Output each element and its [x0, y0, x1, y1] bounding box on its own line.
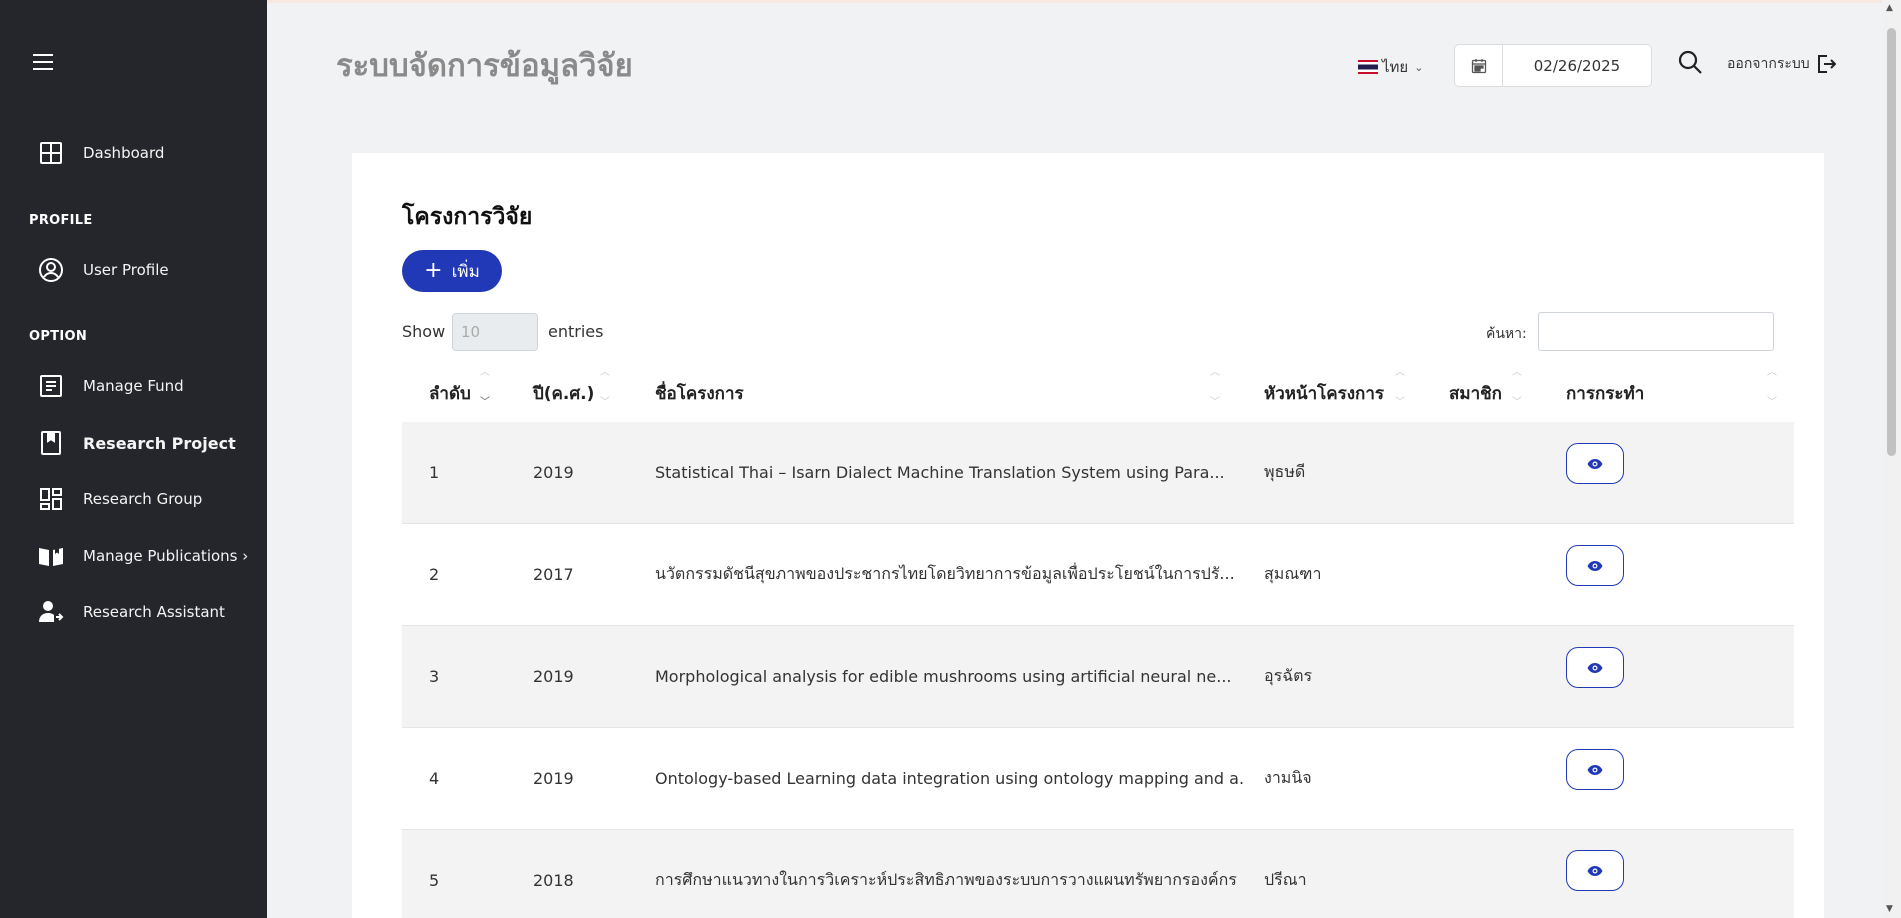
- eye-icon: [1587, 560, 1603, 571]
- column-header-no[interactable]: ลำดับ: [429, 380, 471, 407]
- sort-icon[interactable]: ︿ ﹀: [1208, 366, 1222, 410]
- section-header-profile: PROFILE: [29, 213, 93, 228]
- dashboard-icon: [38, 140, 64, 166]
- cell-year: 2019: [533, 768, 574, 788]
- column-header-year[interactable]: ปี(ค.ศ.): [533, 380, 594, 407]
- cell-year: 2018: [533, 870, 574, 890]
- cell-lead: สุมณฑา: [1264, 563, 1322, 583]
- cell-year: 2019: [533, 666, 574, 686]
- sidebar-item-label: Research Assistant: [83, 603, 225, 621]
- language-label: ไทย: [1382, 58, 1409, 76]
- view-button[interactable]: [1566, 545, 1624, 586]
- search-input[interactable]: [1538, 312, 1774, 351]
- bookmark-book-icon: [38, 430, 64, 456]
- cell-lead: งามนิจ: [1264, 767, 1312, 787]
- date-picker[interactable]: 02/26/2025: [1454, 44, 1652, 87]
- entries-label: entries: [548, 322, 604, 341]
- language-selector[interactable]: ไทย ⌄: [1358, 55, 1423, 79]
- sidebar-item-dashboard[interactable]: Dashboard: [0, 133, 267, 173]
- app-title: ระบบจัดการข้อมูลวิจัย: [336, 48, 633, 84]
- view-button[interactable]: [1566, 443, 1624, 484]
- cell-no: 4: [429, 768, 440, 788]
- calendar-icon[interactable]: [1455, 45, 1503, 86]
- sidebar-item-label: Research Project: [83, 433, 236, 453]
- cell-project-name: Statistical Thai – Isarn Dialect Machine…: [655, 462, 1225, 482]
- sidebar-item-label: User Profile: [83, 261, 169, 279]
- search-label: ค้นหา:: [1486, 326, 1527, 342]
- column-header-actions[interactable]: การกระทำ: [1566, 380, 1644, 407]
- view-button[interactable]: [1566, 749, 1624, 790]
- cell-project-name: Ontology-based Learning data integration…: [655, 768, 1245, 788]
- show-label: Show: [402, 322, 446, 341]
- scroll-down-icon[interactable]: ▼: [1886, 904, 1893, 914]
- sidebar-item-label: Manage Fund: [83, 377, 184, 395]
- cell-year: 2019: [533, 462, 574, 482]
- logout-icon: [1817, 55, 1836, 73]
- sidebar-item-manage-fund[interactable]: Manage Fund: [0, 366, 267, 406]
- scroll-up-icon[interactable]: ▲: [1886, 3, 1893, 13]
- sort-icon[interactable]: ︿ ﹀: [598, 366, 612, 410]
- top-border: [0, 0, 1901, 3]
- scrollbar-thumb[interactable]: [1887, 28, 1896, 456]
- cell-project-name: การศึกษาแนวทางในการวิเคราะห์ประสิทธิภาพข…: [655, 869, 1237, 889]
- date-value[interactable]: 02/26/2025: [1503, 45, 1651, 86]
- cell-project-name: นวัตกรรมดัชนีสุขภาพของประชากรไทยโดยวิทยา…: [655, 563, 1235, 583]
- entries-select[interactable]: 10: [452, 313, 538, 351]
- sort-icon[interactable]: ︿ ﹀: [478, 366, 492, 410]
- column-header-lead[interactable]: หัวหน้าโครงการ: [1264, 380, 1384, 407]
- sidebar-item-research-group[interactable]: Research Group: [0, 479, 267, 519]
- vertical-scrollbar[interactable]: ▲ ▼: [1882, 0, 1901, 918]
- sidebar-item-label: Manage Publications ›: [83, 547, 249, 565]
- cell-lead: ปรีณา: [1264, 869, 1307, 889]
- view-button[interactable]: [1566, 850, 1624, 891]
- grid-layout-icon: [38, 486, 64, 512]
- open-book-icon: [38, 543, 64, 569]
- sort-icon[interactable]: ︿ ﹀: [1765, 366, 1779, 410]
- logout-label: ออกจากระบบ: [1727, 56, 1810, 72]
- sidebar-item-user-profile[interactable]: User Profile: [0, 250, 267, 290]
- cell-lead: พุธษดี: [1264, 461, 1306, 481]
- cell-lead: อุรฉัตร: [1264, 665, 1313, 685]
- cell-no: 1: [429, 462, 440, 482]
- eye-icon: [1587, 865, 1603, 876]
- user-circle-icon: [38, 257, 64, 283]
- view-button[interactable]: [1566, 647, 1624, 688]
- add-button-label: เพิ่ม: [451, 261, 480, 282]
- sort-icon[interactable]: ︿ ﹀: [1393, 366, 1407, 410]
- page-title: โครงการวิจัย: [402, 204, 533, 230]
- thai-flag-icon: [1358, 60, 1378, 74]
- sidebar-item-label: Research Group: [83, 490, 203, 508]
- document-icon: [38, 373, 64, 399]
- cell-year: 2017: [533, 564, 574, 584]
- menu-toggle-icon[interactable]: [33, 54, 55, 72]
- sidebar-item-manage-publications[interactable]: Manage Publications ›: [0, 536, 267, 576]
- cell-no: 2: [429, 564, 440, 584]
- eye-icon: [1587, 458, 1603, 469]
- sort-icon[interactable]: ︿ ﹀: [1510, 366, 1524, 410]
- search-icon[interactable]: [1677, 49, 1705, 77]
- sidebar-item-label: Dashboard: [83, 144, 165, 162]
- sidebar: Dashboard PROFILE User Profile OPTION Ma…: [0, 0, 267, 918]
- plus-icon: +: [424, 258, 443, 283]
- sidebar-item-research-assistant[interactable]: Research Assistant: [0, 592, 267, 632]
- column-header-members[interactable]: สมาชิก: [1449, 380, 1502, 407]
- eye-icon: [1587, 662, 1603, 673]
- section-header-option: OPTION: [29, 329, 88, 344]
- sidebar-item-research-project[interactable]: Research Project: [0, 423, 267, 463]
- cell-no: 5: [429, 870, 440, 890]
- logout-button[interactable]: ออกจากระบบ: [1727, 53, 1836, 75]
- chevron-down-icon: ⌄: [1414, 60, 1424, 74]
- add-button[interactable]: + เพิ่ม: [402, 250, 502, 292]
- cell-project-name: Morphological analysis for edible mushro…: [655, 666, 1232, 686]
- cell-no: 3: [429, 666, 440, 686]
- user-plus-icon: [38, 599, 64, 625]
- eye-icon: [1587, 764, 1603, 775]
- column-header-project-name[interactable]: ชื่อโครงการ: [655, 380, 744, 407]
